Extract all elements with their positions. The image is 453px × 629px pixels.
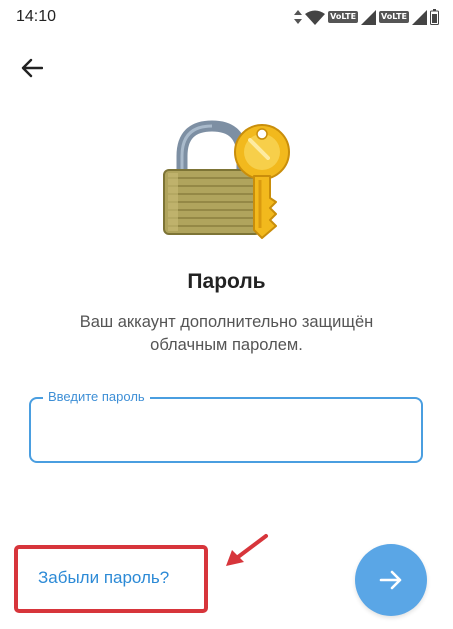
data-transfer-icon xyxy=(294,10,303,24)
back-button[interactable] xyxy=(14,50,50,86)
next-button[interactable] xyxy=(355,544,427,616)
status-time: 14:10 xyxy=(16,8,57,25)
subtitle-line: Ваш аккаунт дополнительно защищён xyxy=(79,313,374,331)
password-field-label: Введите пароль xyxy=(43,389,150,404)
signal-icon xyxy=(361,9,377,25)
arrow-right-icon xyxy=(379,570,402,590)
volte-badge: VoLTE xyxy=(328,11,359,23)
status-bar: 14:10 VoLTE VoLTE xyxy=(0,0,453,34)
status-icons: VoLTE VoLTE xyxy=(294,9,439,25)
padlock-with-key-icon xyxy=(163,120,290,239)
volte-badge: VoLTE xyxy=(379,11,409,23)
wifi-icon xyxy=(305,10,326,25)
page-title: Пароль xyxy=(187,270,266,293)
annotation-arrow-icon xyxy=(226,534,268,566)
password-input[interactable] xyxy=(45,413,409,449)
arrow-left-icon xyxy=(21,58,43,78)
password-field[interactable]: Введите пароль xyxy=(29,389,423,463)
page-subtitle: Ваш аккаунт дополнительно защищён облачн… xyxy=(40,311,413,357)
battery-icon xyxy=(430,9,439,25)
subtitle-line: облачным паролем. xyxy=(150,336,303,354)
signal-icon xyxy=(412,9,427,25)
forgot-password-link[interactable]: Забыли пароль? xyxy=(38,568,169,588)
